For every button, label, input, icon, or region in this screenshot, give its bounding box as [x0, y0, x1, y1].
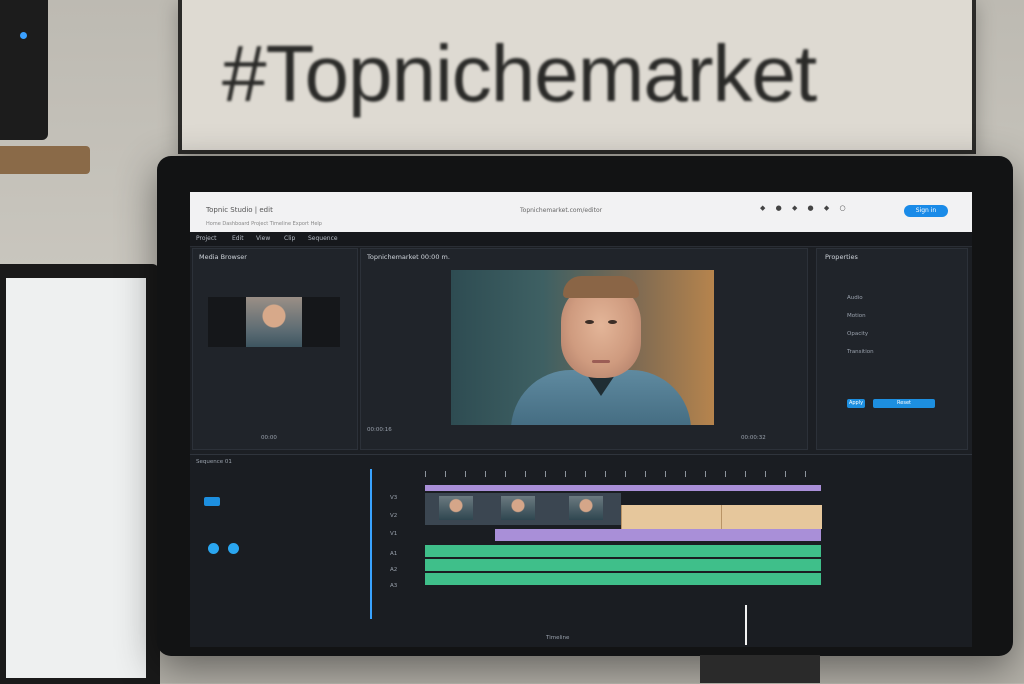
- reset-button[interactable]: Reset: [873, 399, 935, 408]
- signin-button[interactable]: Sign in: [904, 205, 948, 217]
- video-frame-1: [439, 496, 473, 520]
- audio-clip-3[interactable]: [425, 573, 821, 585]
- track-toggle-button[interactable]: [204, 497, 220, 506]
- viewer-duration: 00:00:32: [741, 435, 766, 441]
- property-audio[interactable]: Audio: [847, 295, 863, 301]
- audio-clip-2[interactable]: [425, 559, 821, 571]
- preview-mouth: [592, 360, 610, 363]
- apply-button[interactable]: Apply: [847, 399, 865, 408]
- playhead-marker[interactable]: [745, 605, 747, 645]
- thumbnail-image: [246, 297, 302, 347]
- mute-icon[interactable]: [228, 543, 239, 554]
- broll-clip-2[interactable]: [721, 505, 822, 529]
- side-monitor: [0, 264, 160, 684]
- monitor-screen: Topnic Studio | edit Topnichemarket.com/…: [190, 192, 972, 647]
- media-timecode: 00:00: [261, 435, 277, 441]
- app-menu-bar: Project Edit View Clip Sequence: [190, 232, 972, 247]
- track-label-a2: A2: [390, 567, 398, 573]
- address-bar[interactable]: Topnichemarket.com/editor: [520, 207, 602, 214]
- media-panel: Media Browser 00:00: [192, 248, 358, 450]
- side-monitor-screen: [6, 278, 146, 678]
- track-label-v1: V1: [390, 531, 398, 537]
- track-label-v3: V3: [390, 495, 398, 501]
- background-sign: #Topnichemarket: [178, 0, 976, 154]
- preview-subject-hair: [563, 276, 639, 298]
- record-icon[interactable]: [208, 543, 219, 554]
- track-label-a1: A1: [390, 551, 398, 557]
- broll-clip-1[interactable]: [621, 505, 722, 529]
- timeline-status: Timeline: [546, 635, 570, 641]
- property-opacity[interactable]: Opacity: [847, 331, 868, 337]
- main-monitor: Topnic Studio | edit Topnichemarket.com/…: [157, 156, 1013, 656]
- property-motion[interactable]: Motion: [847, 313, 866, 319]
- monitor-stand: [700, 655, 820, 683]
- timeline-ruler[interactable]: [425, 471, 825, 477]
- menu-project[interactable]: Project: [196, 235, 217, 242]
- properties-title: Properties: [825, 253, 858, 261]
- video-frame-3: [569, 496, 603, 520]
- timeline-label: Sequence 01: [196, 459, 232, 465]
- playhead[interactable]: [370, 469, 372, 619]
- menu-clip[interactable]: Clip: [284, 235, 295, 242]
- video-preview[interactable]: [451, 270, 714, 425]
- extension-icons[interactable]: ◆ ● ◆ ● ◆ ○: [760, 204, 850, 212]
- audio-clip-1[interactable]: [425, 545, 821, 557]
- speaker: [0, 0, 48, 140]
- browser-toolbar: Topnic Studio | edit Topnichemarket.com/…: [190, 192, 972, 233]
- browser-tab[interactable]: Topnic Studio | edit: [206, 206, 273, 214]
- track-label-a3: A3: [390, 583, 398, 589]
- bookmarks-bar: Home Dashboard Project Timeline Export H…: [206, 221, 322, 227]
- video-frame-2: [501, 496, 535, 520]
- program-title: Topnichemarket 00:00 m.: [367, 253, 450, 261]
- menu-edit[interactable]: Edit: [232, 235, 244, 242]
- viewer-timecode: 00:00:16: [367, 427, 392, 433]
- video-clip[interactable]: [425, 493, 621, 525]
- media-thumbnail[interactable]: [208, 297, 340, 347]
- properties-panel: Properties Audio Motion Opacity Transiti…: [816, 248, 968, 450]
- power-led: [20, 32, 27, 39]
- menu-view[interactable]: View: [256, 235, 270, 242]
- track-label-v2: V2: [390, 513, 398, 519]
- title-clip[interactable]: [425, 485, 821, 491]
- preview-eye-right: [608, 320, 617, 324]
- menu-sequence[interactable]: Sequence: [308, 235, 338, 242]
- overlay-clip[interactable]: [495, 529, 821, 541]
- wooden-shelf: [0, 146, 90, 174]
- media-panel-title: Media Browser: [199, 253, 247, 261]
- sign-text: #Topnichemarket: [222, 29, 817, 118]
- preview-eye-left: [585, 320, 594, 324]
- property-transition[interactable]: Transition: [847, 349, 874, 355]
- timeline-panel: Sequence 01 V3 V2 V1 A1 A2 A3 Timeline: [190, 454, 972, 647]
